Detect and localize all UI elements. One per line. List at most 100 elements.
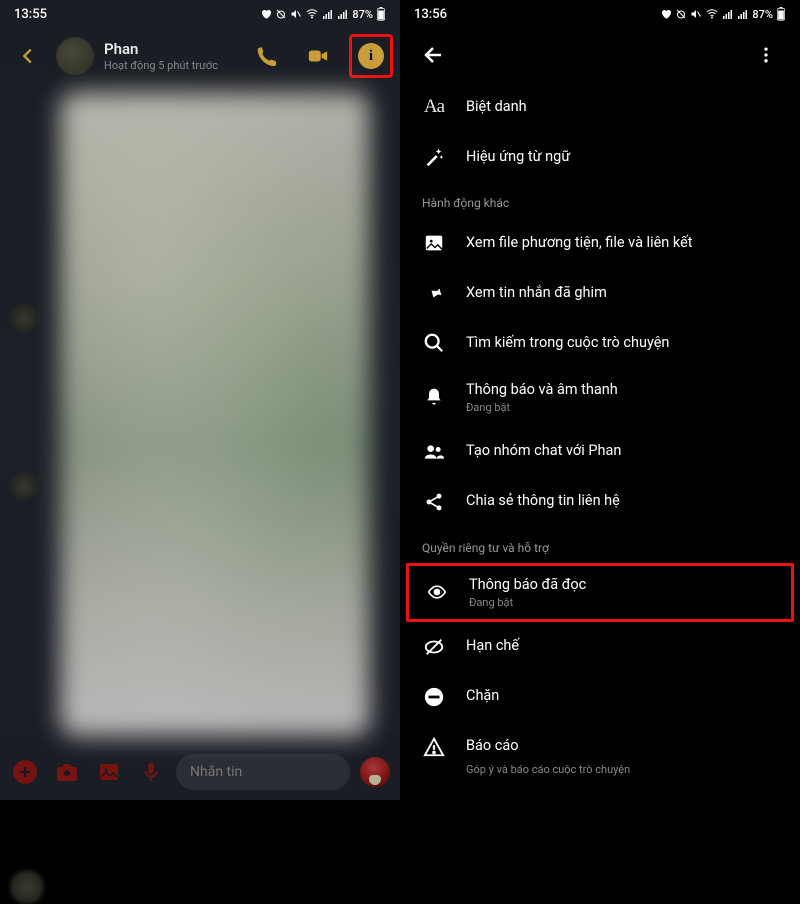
image-icon — [422, 231, 446, 255]
signal-icon — [722, 8, 734, 20]
row-label: Hạn chế — [466, 637, 519, 656]
row-label: Xem file phương tiện, file và liên kết — [466, 234, 693, 253]
row-word-effects[interactable]: Hiệu ứng từ ngữ — [400, 132, 800, 182]
row-pinned[interactable]: Xem tin nhắn đã ghim — [400, 268, 800, 318]
eye-icon — [425, 580, 449, 604]
mute-icon — [290, 8, 302, 20]
alarm-off-icon — [675, 8, 687, 20]
voice-button[interactable] — [134, 755, 168, 789]
row-restrict[interactable]: Hạn chế — [400, 622, 800, 672]
info-button-highlight: i — [349, 34, 393, 78]
battery-icon — [376, 7, 386, 21]
section-privacy: Quyền riêng tư và hỗ trợ — [400, 527, 800, 563]
wifi-icon — [305, 8, 319, 20]
video-call-button[interactable] — [297, 35, 339, 77]
signal-icon-2 — [737, 8, 749, 20]
sticker-button[interactable] — [358, 755, 392, 789]
row-report[interactable]: Báo cáo — [400, 722, 800, 761]
settings-header — [400, 28, 800, 82]
bell-icon — [422, 385, 446, 409]
row-share-contact[interactable]: Chia sẻ thông tin liên hệ — [400, 477, 800, 527]
row-label: Chặn — [466, 687, 499, 706]
info-button[interactable]: i — [354, 39, 388, 73]
row-search[interactable]: Tìm kiếm trong cuộc trò chuyện — [400, 318, 800, 368]
status-indicators: 87% — [260, 7, 386, 21]
phone-icon — [255, 45, 277, 67]
row-label: Hiệu ứng từ ngữ — [466, 148, 570, 167]
sparkle-wand-icon — [422, 145, 446, 169]
status-bar: 13:55 87% — [0, 0, 400, 28]
heart-icon — [260, 8, 272, 20]
camera-icon — [55, 760, 79, 784]
battery-pct: 87% — [352, 8, 373, 21]
avatar — [10, 304, 38, 332]
row-label: Thông báo đã đọc — [469, 576, 586, 595]
chat-header: Phan Hoạt động 5 phút trước i — [0, 28, 400, 84]
contact-name-block[interactable]: Phan Hoạt động 5 phút trước — [104, 40, 235, 72]
row-label: Báo cáo — [466, 737, 519, 756]
row-sub: Đang bật — [469, 596, 586, 609]
row-label: Chia sẻ thông tin liên hệ — [466, 492, 620, 511]
more-options-button[interactable] — [746, 35, 786, 75]
signal-icon — [322, 8, 334, 20]
settings-list[interactable]: Aa Biệt danh Hiệu ứng từ ngữ Hành động k… — [400, 82, 800, 800]
clock: 13:56 — [414, 7, 447, 22]
row-read-receipts[interactable]: Thông báo đã đọc Đang bật — [406, 563, 794, 622]
row-block[interactable]: Chặn — [400, 672, 800, 722]
clock: 13:55 — [14, 7, 47, 22]
battery-icon — [776, 7, 786, 21]
people-icon — [422, 440, 446, 464]
info-icon: i — [358, 43, 384, 69]
avatar — [10, 472, 38, 500]
row-report-sub: Góp ý và báo cáo cuộc trò chuyện — [400, 761, 800, 784]
back-button[interactable] — [10, 38, 46, 74]
warning-icon — [422, 735, 446, 759]
message-input[interactable]: Nhắn tin — [176, 754, 350, 790]
row-media[interactable]: Xem file phương tiện, file và liên kết — [400, 218, 800, 268]
thread-avatars — [10, 304, 44, 904]
row-label: Tìm kiếm trong cuộc trò chuyện — [466, 334, 669, 353]
camera-button[interactable] — [50, 755, 84, 789]
mute-icon — [690, 8, 702, 20]
message-composer: Nhắn tin — [0, 744, 400, 800]
heart-icon — [660, 8, 672, 20]
mic-icon — [140, 760, 162, 784]
row-sub: Đang bật — [466, 401, 618, 414]
contact-name: Phan — [104, 40, 235, 58]
row-create-group[interactable]: Tạo nhóm chat với Phan — [400, 427, 800, 477]
back-button[interactable] — [414, 35, 454, 75]
chat-content-blurred — [60, 92, 370, 736]
section-other-actions: Hành động khác — [400, 182, 800, 218]
search-icon — [422, 331, 446, 355]
restrict-icon — [422, 635, 446, 659]
status-bar: 13:56 87% — [400, 0, 800, 28]
row-notifications[interactable]: Thông báo và âm thanh Đang bật — [400, 368, 800, 427]
text-icon: Aa — [422, 95, 446, 119]
video-icon — [306, 45, 330, 67]
row-label: Thông báo và âm thanh — [466, 381, 618, 400]
share-icon — [422, 490, 446, 514]
message-placeholder: Nhắn tin — [190, 764, 242, 780]
arrow-left-icon — [422, 43, 446, 67]
row-label: Xem tin nhắn đã ghim — [466, 284, 607, 303]
avatar[interactable] — [56, 37, 94, 75]
mushroom-icon — [360, 757, 390, 787]
more-button[interactable] — [8, 755, 42, 789]
chat-screen: 13:55 87% Phan Hoạt động 5 phút trước — [0, 0, 400, 800]
signal-icon-2 — [337, 8, 349, 20]
more-vert-icon — [756, 45, 776, 65]
chat-settings-screen: 13:56 87% Aa Biệt danh Hiệu ứn — [400, 0, 800, 800]
alarm-off-icon — [275, 8, 287, 20]
row-label: Biệt danh — [466, 98, 527, 117]
wifi-icon — [705, 8, 719, 20]
row-nickname[interactable]: Aa Biệt danh — [400, 82, 800, 132]
plus-circle-icon — [12, 759, 38, 785]
arrow-left-icon — [17, 45, 39, 67]
call-button[interactable] — [245, 35, 287, 77]
image-icon — [97, 760, 121, 784]
avatar — [10, 870, 44, 904]
status-indicators: 87% — [660, 7, 786, 21]
contact-activity: Hoạt động 5 phút trước — [104, 59, 235, 72]
battery-pct: 87% — [752, 8, 773, 21]
gallery-button[interactable] — [92, 755, 126, 789]
